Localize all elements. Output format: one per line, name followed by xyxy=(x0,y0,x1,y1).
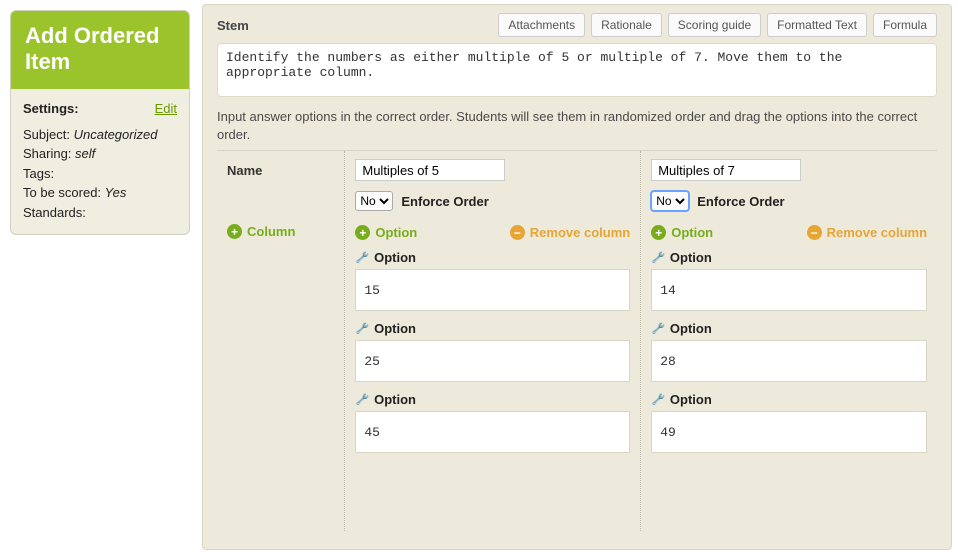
add-option-label: Option xyxy=(375,225,417,240)
plus-icon: + xyxy=(651,225,666,240)
option-input[interactable] xyxy=(355,269,630,311)
formula-button[interactable]: Formula xyxy=(873,13,937,37)
remove-column-label: Remove column xyxy=(530,225,630,240)
option-heading: Option xyxy=(670,250,712,265)
option-input[interactable] xyxy=(651,340,927,382)
wrench-icon: 🔧 xyxy=(356,322,369,336)
option-input[interactable] xyxy=(355,411,630,453)
stem-textarea[interactable]: Identify the numbers as either multiple … xyxy=(217,43,937,97)
option-input[interactable] xyxy=(355,340,630,382)
minus-icon: − xyxy=(807,225,822,240)
tags-label: Tags: xyxy=(23,166,54,181)
option-heading: Option xyxy=(670,392,712,407)
minus-icon: − xyxy=(510,225,525,240)
subject-label: Subject: xyxy=(23,127,70,142)
enforce-order-label: Enforce Order xyxy=(697,194,784,209)
subject-value: Uncategorized xyxy=(74,127,158,142)
standards-label: Standards: xyxy=(23,205,86,220)
remove-column-button[interactable]: − Remove column xyxy=(807,225,927,240)
option-heading: Option xyxy=(374,321,416,336)
sidebar-panel: Add Ordered Item Settings: Edit Subject:… xyxy=(10,10,190,235)
wrench-icon: 🔧 xyxy=(356,393,369,407)
add-column-label: Column xyxy=(247,224,295,239)
scored-label: To be scored: xyxy=(23,185,101,200)
scoring-guide-button[interactable]: Scoring guide xyxy=(668,13,761,37)
main-panel: Stem Attachments Rationale Scoring guide… xyxy=(202,4,952,550)
column-name-input[interactable] xyxy=(651,159,801,181)
stem-label: Stem xyxy=(217,18,249,33)
add-column-button[interactable]: + Column xyxy=(227,224,295,239)
option-heading: Option xyxy=(374,250,416,265)
column-name-input[interactable] xyxy=(355,159,505,181)
sharing-label: Sharing: xyxy=(23,146,71,161)
remove-column-button[interactable]: − Remove column xyxy=(510,225,630,240)
remove-column-label: Remove column xyxy=(827,225,927,240)
settings-label: Settings: xyxy=(23,99,79,119)
option-input[interactable] xyxy=(651,411,927,453)
add-option-button[interactable]: + Option xyxy=(355,225,417,240)
plus-icon: + xyxy=(355,225,370,240)
add-option-button[interactable]: + Option xyxy=(651,225,713,240)
option-input[interactable] xyxy=(651,269,927,311)
formatted-text-button[interactable]: Formatted Text xyxy=(767,13,867,37)
wrench-icon: 🔧 xyxy=(652,393,665,407)
option-heading: Option xyxy=(374,392,416,407)
wrench-icon: 🔧 xyxy=(652,251,665,265)
option-heading: Option xyxy=(670,321,712,336)
page-title: Add Ordered Item xyxy=(11,11,189,89)
add-option-label: Option xyxy=(671,225,713,240)
enforce-order-select[interactable]: No xyxy=(355,191,393,211)
instructions-text: Input answer options in the correct orde… xyxy=(217,100,937,150)
wrench-icon: 🔧 xyxy=(356,251,369,265)
rationale-button[interactable]: Rationale xyxy=(591,13,662,37)
enforce-order-label: Enforce Order xyxy=(401,194,488,209)
name-column-header: Name xyxy=(227,159,334,178)
enforce-order-select[interactable]: No xyxy=(651,191,689,211)
sharing-value: self xyxy=(75,146,95,161)
plus-icon: + xyxy=(227,224,242,239)
attachments-button[interactable]: Attachments xyxy=(498,13,585,37)
scored-value: Yes xyxy=(105,185,127,200)
edit-link[interactable]: Edit xyxy=(155,99,177,119)
wrench-icon: 🔧 xyxy=(652,322,665,336)
